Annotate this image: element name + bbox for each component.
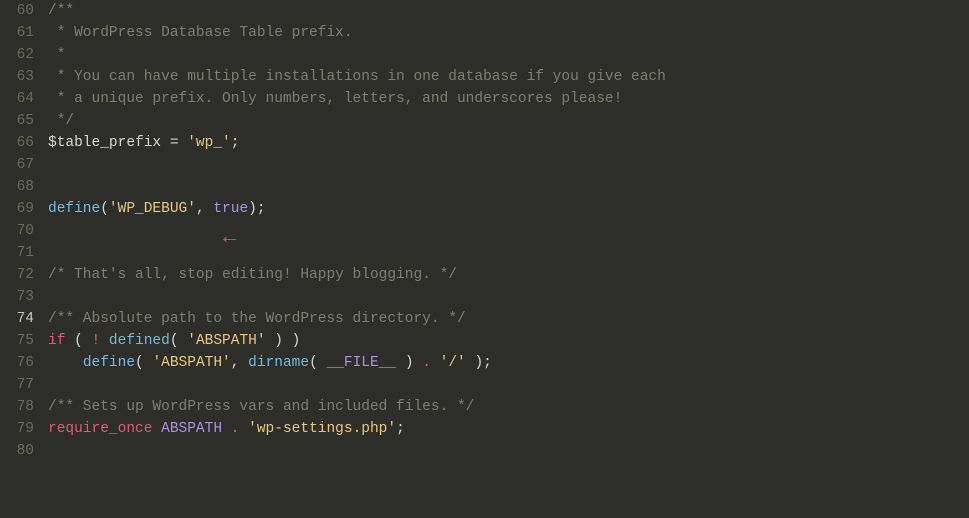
line-number: 67 <box>0 154 34 176</box>
comment: /** <box>48 3 74 19</box>
string: '/' <box>440 355 466 371</box>
line-number: 61 <box>0 22 34 44</box>
code-line: if ( ! defined( 'ABSPATH' ) ) <box>48 330 969 352</box>
line-number: 73 <box>0 286 34 308</box>
line-number: 78 <box>0 396 34 418</box>
string: 'wp-settings.php' <box>248 421 396 437</box>
code-area[interactable]: /** * WordPress Database Table prefix. *… <box>48 0 969 518</box>
line-number: 79 <box>0 418 34 440</box>
code-line: * a unique prefix. Only numbers, letters… <box>48 88 969 110</box>
line-number: 66 <box>0 132 34 154</box>
string: 'ABSPATH' <box>187 333 265 349</box>
line-number: 77 <box>0 374 34 396</box>
line-number: 64 <box>0 88 34 110</box>
line-number: 80 <box>0 440 34 462</box>
line-number: 60 <box>0 0 34 22</box>
boolean: true <box>213 201 248 217</box>
code-line: /** <box>48 0 969 22</box>
code-line: * <box>48 44 969 66</box>
line-number: 63 <box>0 66 34 88</box>
comment: */ <box>48 113 74 129</box>
line-number: 69 <box>0 198 34 220</box>
comment: * WordPress Database Table prefix. <box>48 25 353 41</box>
code-line: * WordPress Database Table prefix. <box>48 22 969 44</box>
code-line: /** Absolute path to the WordPress direc… <box>48 308 969 330</box>
code-line: */ <box>48 110 969 132</box>
line-number: 72 <box>0 264 34 286</box>
comment: * You can have multiple installations in… <box>48 69 666 85</box>
code-line: /** Sets up WordPress vars and included … <box>48 396 969 418</box>
line-number: 75 <box>0 330 34 352</box>
code-line: /* That's all, stop editing! Happy blogg… <box>48 264 969 286</box>
function-call: defined <box>109 333 170 349</box>
code-editor[interactable]: 60 61 62 63 64 65 66 67 68 69 70 71 72 7… <box>0 0 969 518</box>
function-call: define <box>83 355 135 371</box>
code-line: define( 'ABSPATH', dirname( __FILE__ ) .… <box>48 352 969 374</box>
constant: ABSPATH <box>161 421 222 437</box>
keyword: if <box>48 333 65 349</box>
code-line <box>48 286 969 308</box>
code-line: define('WP_DEBUG', true); <box>48 198 969 220</box>
comment: /** Sets up WordPress vars and included … <box>48 399 474 415</box>
code-line <box>48 440 969 462</box>
string: 'WP_DEBUG' <box>109 201 196 217</box>
line-number-gutter: 60 61 62 63 64 65 66 67 68 69 70 71 72 7… <box>0 0 48 518</box>
comment: * <box>48 47 65 63</box>
code-line: require_once ABSPATH . 'wp-settings.php'… <box>48 418 969 440</box>
comment: /* That's all, stop editing! Happy blogg… <box>48 267 457 283</box>
code-line <box>48 154 969 176</box>
line-number: 68 <box>0 176 34 198</box>
code-line <box>48 176 969 198</box>
comment: /** Absolute path to the WordPress direc… <box>48 311 466 327</box>
arrow-left-icon: ← <box>223 227 236 249</box>
function-call: define <box>48 201 100 217</box>
code-line <box>48 220 969 242</box>
code-line: * You can have multiple installations in… <box>48 66 969 88</box>
line-number: 76 <box>0 352 34 374</box>
line-number: 71 <box>0 242 34 264</box>
keyword: require_once <box>48 421 152 437</box>
line-number: 70 <box>0 220 34 242</box>
code-line <box>48 374 969 396</box>
string: 'wp_' <box>187 135 231 151</box>
variable: $table_prefix <box>48 135 161 151</box>
constant: __FILE__ <box>327 355 397 371</box>
code-line: $table_prefix = 'wp_'; <box>48 132 969 154</box>
code-line <box>48 242 969 264</box>
line-number: 65 <box>0 110 34 132</box>
comment: * a unique prefix. Only numbers, letters… <box>48 91 622 107</box>
line-number: 62 <box>0 44 34 66</box>
line-number: 74 <box>0 308 34 330</box>
function-call: dirname <box>248 355 309 371</box>
string: 'ABSPATH' <box>152 355 230 371</box>
